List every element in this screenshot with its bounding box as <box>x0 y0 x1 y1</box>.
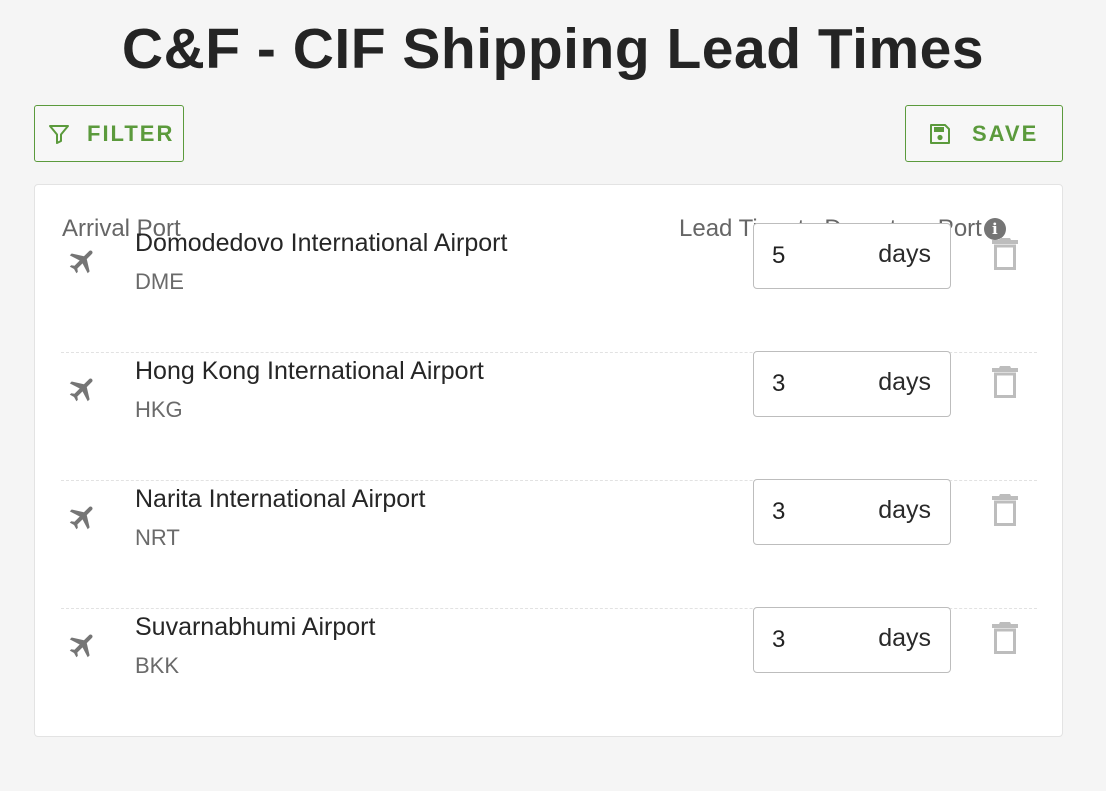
trash-icon[interactable] <box>991 237 1019 271</box>
port-code: HKG <box>135 397 183 422</box>
lead-time-field[interactable]: days <box>753 479 951 545</box>
floppy-disk-icon <box>928 122 952 146</box>
save-button[interactable]: SAVE <box>905 105 1063 162</box>
lead-time-input[interactable] <box>772 622 852 658</box>
airplane-icon <box>67 629 99 661</box>
lead-time-field[interactable]: days <box>753 223 951 289</box>
port-name: Hong Kong International Airport <box>135 357 484 385</box>
port-name: Domodedovo International Airport <box>135 229 508 257</box>
port-code: NRT <box>135 525 180 550</box>
page-title: C&F - CIF Shipping Lead Times <box>121 17 985 81</box>
table-row: Narita International Airport NRT days <box>61 479 1037 609</box>
lead-time-field[interactable]: days <box>753 607 951 673</box>
trash-icon[interactable] <box>991 365 1019 399</box>
trash-icon[interactable] <box>991 493 1019 527</box>
lead-time-input[interactable] <box>772 366 852 402</box>
filter-label: FILTER <box>87 120 175 146</box>
port-code: DME <box>135 269 184 294</box>
port-name: Suvarnabhumi Airport <box>135 613 376 641</box>
lead-time-unit: days <box>878 624 931 652</box>
table-row: Domodedovo International Airport DME day… <box>61 223 1037 353</box>
airplane-icon <box>67 373 99 405</box>
port-name: Narita International Airport <box>135 485 426 513</box>
lead-time-field[interactable]: days <box>753 351 951 417</box>
lead-time-unit: days <box>878 496 931 524</box>
lead-time-unit: days <box>878 240 931 268</box>
table-row: Suvarnabhumi Airport BKK days <box>61 607 1037 737</box>
trash-icon[interactable] <box>991 621 1019 655</box>
port-code: BKK <box>135 653 180 678</box>
table-row: Hong Kong International Airport HKG days <box>61 351 1037 481</box>
save-label: SAVE <box>972 120 1039 146</box>
lead-time-unit: days <box>878 368 931 396</box>
filter-icon <box>47 122 71 146</box>
airplane-icon <box>67 245 99 277</box>
filter-button[interactable]: FILTER <box>34 105 184 162</box>
lead-times-card: Arrival Port Lead Time to Departure Port… <box>34 184 1063 737</box>
lead-time-input[interactable] <box>772 238 852 274</box>
airplane-icon <box>67 501 99 533</box>
lead-time-input[interactable] <box>772 494 852 530</box>
